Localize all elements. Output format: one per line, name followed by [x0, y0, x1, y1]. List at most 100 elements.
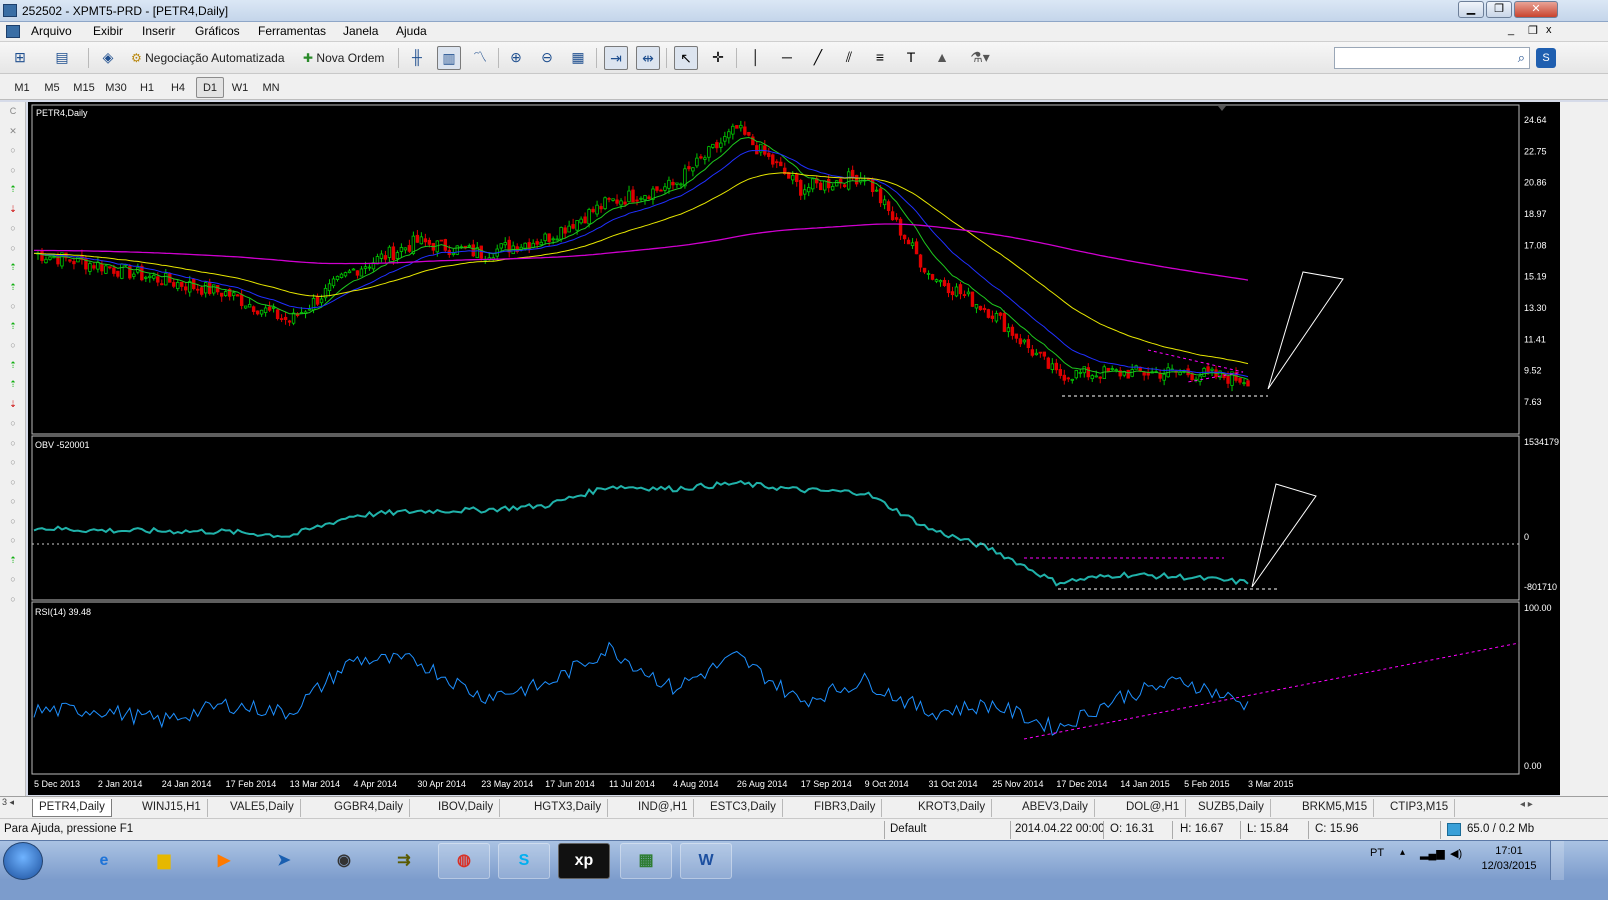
tile-icon[interactable]: ▦	[566, 46, 590, 70]
object-marker-icon[interactable]: ○	[8, 301, 18, 311]
buy-arrow-icon[interactable]: ⇡	[8, 184, 18, 194]
mdi-doc-icon[interactable]	[6, 25, 20, 38]
projection-triangle-price[interactable]	[1267, 271, 1344, 390]
trading-app-icon[interactable]: ⇉	[378, 843, 430, 879]
search-icon[interactable]: ⌕	[1518, 50, 1525, 66]
tf-d1[interactable]: D1	[196, 77, 224, 98]
tray-arrow-icon[interactable]: ▴	[1400, 847, 1405, 858]
buy-arrow-icon[interactable]: ⇡	[8, 282, 18, 292]
chart-tab-vale5-daily[interactable]: VALE5,Daily	[224, 799, 301, 817]
chart-canvas[interactable]: PETR4,Daily OBV -520001 RSI(14) 39.48 24…	[28, 102, 1560, 795]
object-marker-icon[interactable]: ○	[8, 535, 18, 545]
chart-tab-dol-h1[interactable]: DOL@,H1	[1120, 799, 1187, 817]
menu-inserir[interactable]: Inserir	[138, 24, 179, 38]
trendline-icon[interactable]: ╱	[806, 46, 830, 70]
profiles-icon[interactable]: ▤	[50, 46, 74, 70]
autoscroll-icon[interactable]: ⇥	[604, 46, 628, 70]
menu-exibir[interactable]: Exibir	[89, 24, 127, 38]
horizontal-line-icon[interactable]: ─	[775, 46, 799, 70]
tf-m30[interactable]: M30	[102, 77, 130, 98]
internet-explorer-icon[interactable]: e	[78, 843, 130, 879]
xp-icon[interactable]: xp	[558, 843, 610, 879]
tf-h4[interactable]: H4	[164, 77, 192, 98]
volume-icon[interactable]: ◀)	[1450, 847, 1462, 860]
mdi-close-button[interactable]: x	[1546, 24, 1552, 36]
search-input[interactable]: ⌕	[1334, 47, 1530, 69]
menu-ajuda[interactable]: Ajuda	[392, 24, 431, 38]
object-marker-icon[interactable]: ○	[8, 516, 18, 526]
tab-scroll-arrows[interactable]: ◂ ▸	[1520, 799, 1533, 810]
text-icon[interactable]: T	[899, 46, 923, 70]
clock[interactable]: 17:01 12/03/2015	[1474, 844, 1544, 874]
metatrader-icon[interactable]: ▦	[620, 843, 672, 879]
network-icon[interactable]: ➤	[258, 843, 310, 879]
object-marker-icon[interactable]: ○	[8, 418, 18, 428]
hp-icon[interactable]: ◉	[318, 843, 370, 879]
buy-arrow-icon[interactable]: ⇡	[8, 321, 18, 331]
equidistant-channel-icon[interactable]: ⫽	[837, 46, 861, 70]
zoom-out-icon[interactable]: ⊖	[535, 46, 559, 70]
show-desktop-button[interactable]	[1550, 841, 1564, 881]
market-watch-icon[interactable]: ◈	[96, 46, 120, 70]
menu-ferramentas[interactable]: Ferramentas	[254, 24, 330, 38]
chart-tab-ggbr4-daily[interactable]: GGBR4,Daily	[328, 799, 411, 817]
tf-mn[interactable]: MN	[257, 77, 285, 98]
tf-w1[interactable]: W1	[226, 77, 254, 98]
buy-arrow-icon[interactable]: ⇡	[8, 360, 18, 370]
tab-scroll-left[interactable]: 3 ◂	[2, 797, 24, 817]
media-player-icon[interactable]: ▶	[198, 843, 250, 879]
object-marker-icon[interactable]: ○	[8, 340, 18, 350]
chart-tab-fibr3-daily[interactable]: FIBR3,Daily	[808, 799, 883, 817]
more-tools-icon[interactable]: ⚗▾	[962, 46, 998, 70]
chrome-icon[interactable]: ◍	[438, 843, 490, 879]
chart-tab-suzb5-daily[interactable]: SUZB5,Daily	[1192, 799, 1271, 817]
chart-tab-ind-h1[interactable]: IND@,H1	[632, 799, 695, 817]
sell-arrow-icon[interactable]: ⇣	[8, 399, 18, 409]
object-marker-icon[interactable]: C	[8, 106, 18, 116]
object-marker-icon[interactable]: ○	[8, 457, 18, 467]
network-tray-icon[interactable]: ▂▄▆	[1420, 847, 1445, 860]
skype-icon[interactable]: S	[498, 843, 550, 879]
start-button[interactable]	[3, 842, 43, 880]
chart-tab-ctip3-m15[interactable]: CTIP3,M15	[1384, 799, 1456, 817]
menu-graficos[interactable]: Gráficos	[191, 24, 244, 38]
chart-tab-krot3-daily[interactable]: KROT3,Daily	[912, 799, 993, 817]
maximize-button[interactable]: ❐	[1486, 1, 1512, 18]
candlestick-icon[interactable]: ▥	[437, 46, 461, 70]
bar-chart-icon[interactable]: ╫	[405, 46, 429, 70]
mdi-minimize-button[interactable]: _	[1508, 24, 1514, 36]
chart-shift-icon[interactable]: ⇹	[636, 46, 660, 70]
chart-tab-abev3-daily[interactable]: ABEV3,Daily	[1016, 799, 1095, 817]
object-marker-icon[interactable]: ○	[8, 165, 18, 175]
object-marker-icon[interactable]: ○	[8, 594, 18, 604]
fibonacci-icon[interactable]: ≡	[868, 46, 892, 70]
projection-triangle-obv[interactable]	[1251, 483, 1317, 588]
sell-arrow-icon[interactable]: ⇣	[8, 204, 18, 214]
new-order-button[interactable]: ✚ Nova Ordem	[300, 46, 385, 70]
object-marker-icon[interactable]: ✕	[8, 126, 18, 136]
object-marker-icon[interactable]: ○	[8, 574, 18, 584]
chart-tab-brkm5-m15[interactable]: BRKM5,M15	[1296, 799, 1375, 817]
tf-m5[interactable]: M5	[38, 77, 66, 98]
file-explorer-icon[interactable]: ▆	[138, 843, 190, 879]
crosshair-icon[interactable]: ✛	[706, 46, 730, 70]
drawn-objects[interactable]	[32, 271, 1520, 740]
new-chart-icon[interactable]: ⊞	[8, 46, 32, 70]
rsi-trendline[interactable]	[1023, 642, 1520, 740]
object-marker-icon[interactable]: ○	[8, 438, 18, 448]
menu-arquivo[interactable]: Arquivo	[27, 24, 76, 38]
vertical-line-icon[interactable]: │	[744, 46, 768, 70]
cursor-icon[interactable]: ↖	[674, 46, 698, 70]
arrow-shape-icon[interactable]: ▲	[930, 46, 954, 70]
minimize-button[interactable]: ▁	[1458, 1, 1484, 18]
close-button[interactable]: ✕	[1514, 1, 1558, 18]
chart-window[interactable]: PETR4,Daily OBV -520001 RSI(14) 39.48 24…	[28, 102, 1560, 795]
chart-tab-hgtx3-daily[interactable]: HGTX3,Daily	[528, 799, 609, 817]
object-marker-icon[interactable]: ○	[8, 223, 18, 233]
chart-tab-petr4-daily[interactable]: PETR4,Daily	[32, 799, 112, 817]
buy-arrow-icon[interactable]: ⇡	[8, 379, 18, 389]
zoom-in-icon[interactable]: ⊕	[504, 46, 528, 70]
chart-tab-winj15-h1[interactable]: WINJ15,H1	[136, 799, 208, 817]
object-marker-icon[interactable]: ○	[8, 145, 18, 155]
object-marker-icon[interactable]: ○	[8, 477, 18, 487]
